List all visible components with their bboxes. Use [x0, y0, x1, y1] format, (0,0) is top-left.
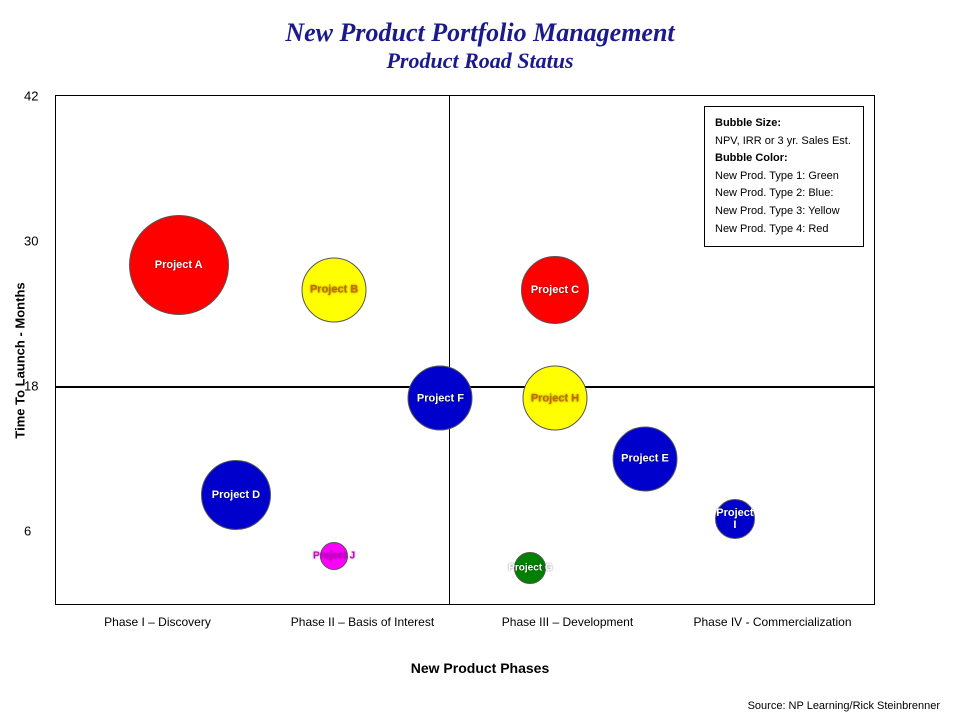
y-axis-label: Time To Launch - Months — [10, 95, 30, 625]
legend-bubble-color-label: Bubble Color: — [715, 152, 788, 164]
bubble-a: Project A — [129, 215, 229, 315]
bubble-label-c: Project C — [531, 284, 579, 296]
bubble-label-j: Project J — [313, 550, 355, 561]
legend-bubble-size-label: Bubble Size: — [715, 117, 781, 129]
bubble-h: Project H — [522, 366, 587, 431]
y-tick-label: 18 — [24, 379, 38, 394]
legend-color-2: New Prod. Type 2: Blue: — [715, 187, 833, 199]
phase-label-4: Phase IV - Commercialization — [670, 615, 875, 629]
main-title: New Product Portfolio Management — [0, 18, 960, 48]
bubble-label-i: Project I — [716, 507, 754, 531]
bubble-label-g: Project G — [508, 562, 552, 573]
legend: Bubble Size: NPV, IRR or 3 yr. Sales Est… — [704, 106, 864, 247]
bubble-label-f: Project F — [417, 392, 464, 404]
y-tick-label: 42 — [24, 89, 38, 104]
title-area: New Product Portfolio Management Product… — [0, 0, 960, 74]
bubble-d: Project D — [201, 460, 271, 530]
bubble-label-d: Project D — [212, 489, 260, 501]
phase-labels-row: Phase I – DiscoveryPhase II – Basis of I… — [55, 615, 875, 629]
y-tick-label: 30 — [24, 234, 38, 249]
y-tick-label: 6 — [24, 524, 31, 539]
bubble-i: Project I — [715, 499, 755, 539]
legend-color-1: New Prod. Type 1: Green — [715, 170, 839, 182]
chart-area: 4230186Project AProject BProject CProjec… — [55, 95, 875, 605]
page: New Product Portfolio Management Product… — [0, 0, 960, 720]
phase-label-1: Phase I – Discovery — [55, 615, 260, 629]
legend-bubble-size-value: NPV, IRR or 3 yr. Sales Est. — [715, 135, 851, 147]
phase-label-2: Phase II – Basis of Interest — [260, 615, 465, 629]
legend-color-4: New Prod. Type 4: Red — [715, 223, 829, 235]
bubble-b: Project B — [302, 257, 367, 322]
v-divider — [449, 96, 451, 604]
phase-label-3: Phase III – Development — [465, 615, 670, 629]
source-label: Source: NP Learning/Rick Steinbrenner — [748, 700, 940, 712]
bubble-c: Project C — [521, 256, 589, 324]
sub-title: Product Road Status — [0, 48, 960, 74]
x-axis-label: New Product Phases — [0, 660, 960, 676]
bubble-g: Project G — [514, 552, 546, 584]
bubble-j: Project J — [320, 542, 348, 570]
bubble-label-b: Project B — [310, 284, 358, 296]
bubble-e: Project E — [612, 426, 677, 491]
bubble-f: Project F — [408, 366, 473, 431]
legend-color-3: New Prod. Type 3: Yellow — [715, 205, 840, 217]
bubble-label-e: Project E — [621, 453, 669, 465]
bubble-label-a: Project A — [155, 259, 203, 271]
bubble-label-h: Project H — [531, 392, 579, 404]
